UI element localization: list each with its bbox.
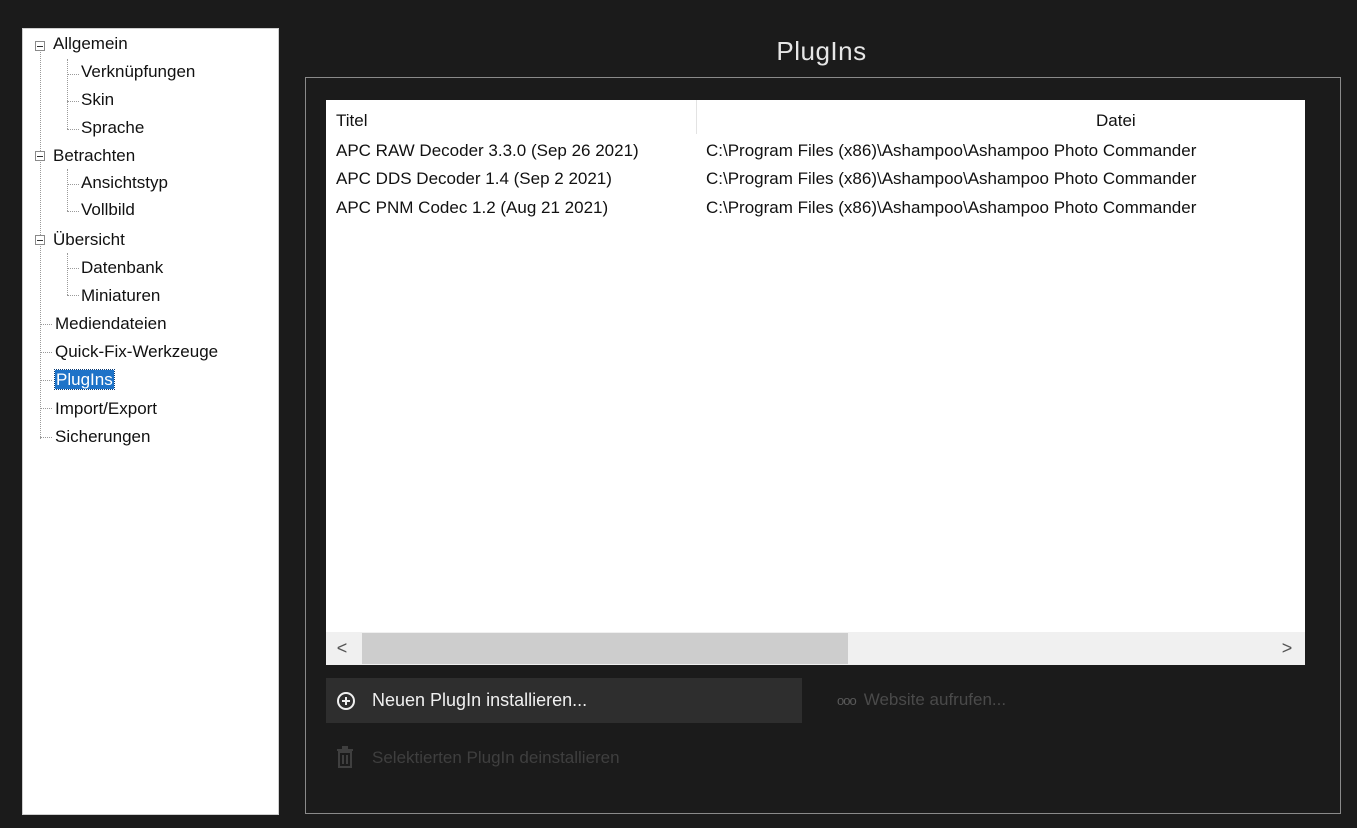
website-link-label: Website aufrufen... <box>863 690 1007 709</box>
plugin-table[interactable]: Titel Datei APC RAW Decoder 3.3.0 (Sep 2… <box>326 100 1305 665</box>
chevron-left-icon[interactable]: < <box>332 638 352 658</box>
tree-item-miniaturen[interactable]: Miniaturen <box>81 285 160 307</box>
page-title: PlugIns <box>776 36 867 66</box>
tree-item-allgemein[interactable]: Allgemein <box>53 33 128 55</box>
tree-item-skin[interactable]: Skin <box>81 89 114 111</box>
table-row[interactable]: APC DDS Decoder 1.4 (Sep 2 2021) C:\Prog… <box>326 165 1305 193</box>
tree-line <box>40 324 52 325</box>
tree-line <box>67 268 79 269</box>
horizontal-scrollbar[interactable]: < > <box>326 632 1305 665</box>
tree-line <box>40 437 52 438</box>
column-header-datei[interactable]: Datei <box>1096 108 1136 134</box>
plus-circle-icon <box>337 692 355 710</box>
plugin-title-cell: APC RAW Decoder 3.3.0 (Sep 26 2021) <box>336 141 639 160</box>
tree-item-quick-fix-werkzeuge[interactable]: Quick-Fix-Werkzeuge <box>55 341 218 363</box>
tree-line <box>67 59 68 129</box>
column-separator[interactable] <box>696 100 697 134</box>
expander-minus-icon[interactable] <box>35 151 45 161</box>
table-row[interactable]: APC RAW Decoder 3.3.0 (Sep 26 2021) C:\P… <box>326 137 1305 165</box>
tree-item-uebersicht[interactable]: Übersicht <box>53 229 125 251</box>
website-link[interactable]: ooo Website aufrufen... <box>837 690 1006 710</box>
tree-item-sicherungen[interactable]: Sicherungen <box>55 426 150 448</box>
tree-line <box>67 211 79 212</box>
tree-item-plugins[interactable]: PlugIns <box>54 369 115 391</box>
plugin-title-cell: APC PNM Codec 1.2 (Aug 21 2021) <box>336 198 609 217</box>
install-plugin-label: Neuen PlugIn installieren... <box>372 690 588 710</box>
tree-item-ansichtstyp[interactable]: Ansichtstyp <box>81 172 168 194</box>
tree-item-betrachten[interactable]: Betrachten <box>53 145 135 167</box>
uninstall-plugin-label: Selektierten PlugIn deinstallieren <box>372 748 620 767</box>
install-plugin-button[interactable]: Neuen PlugIn installieren... <box>326 678 802 723</box>
tree-item-import-export[interactable]: Import/Export <box>55 398 157 420</box>
tree-item-sprache[interactable]: Sprache <box>81 117 144 139</box>
tree-line <box>67 253 68 295</box>
plugin-file-cell: C:\Program Files (x86)\Ashampoo\Ashampoo… <box>706 198 1197 217</box>
plugin-title-cell: APC DDS Decoder 1.4 (Sep 2 2021) <box>336 169 612 188</box>
chevron-right-icon[interactable]: > <box>1277 638 1297 658</box>
tree-line <box>67 101 79 102</box>
tree-line <box>67 184 79 185</box>
expander-minus-icon[interactable] <box>35 41 45 51</box>
tree-line <box>40 352 52 353</box>
tree-line <box>67 169 68 211</box>
plugin-file-cell: C:\Program Files (x86)\Ashampoo\Ashampoo… <box>706 169 1197 188</box>
tree-line <box>67 74 79 75</box>
scrollbar-thumb[interactable] <box>362 633 848 664</box>
column-header-titel[interactable]: Titel <box>336 108 368 134</box>
tree-item-vollbild[interactable]: Vollbild <box>81 199 135 221</box>
tree-line <box>40 380 52 381</box>
tree-item-verknuepfungen[interactable]: Verknüpfungen <box>81 61 195 83</box>
settings-tree[interactable]: Allgemein Verknüpfungen Skin Sprache Bet… <box>22 28 279 815</box>
tree-line <box>67 129 79 130</box>
trash-icon <box>337 746 353 768</box>
table-row[interactable]: APC PNM Codec 1.2 (Aug 21 2021) C:\Progr… <box>326 194 1305 222</box>
tree-item-mediendateien[interactable]: Mediendateien <box>55 313 167 335</box>
dots-icon: ooo <box>837 693 857 708</box>
tree-line <box>40 408 52 409</box>
plugin-file-cell: C:\Program Files (x86)\Ashampoo\Ashampoo… <box>706 141 1197 160</box>
tree-item-datenbank[interactable]: Datenbank <box>81 257 163 279</box>
expander-minus-icon[interactable] <box>35 235 45 245</box>
tree-line <box>67 295 79 296</box>
